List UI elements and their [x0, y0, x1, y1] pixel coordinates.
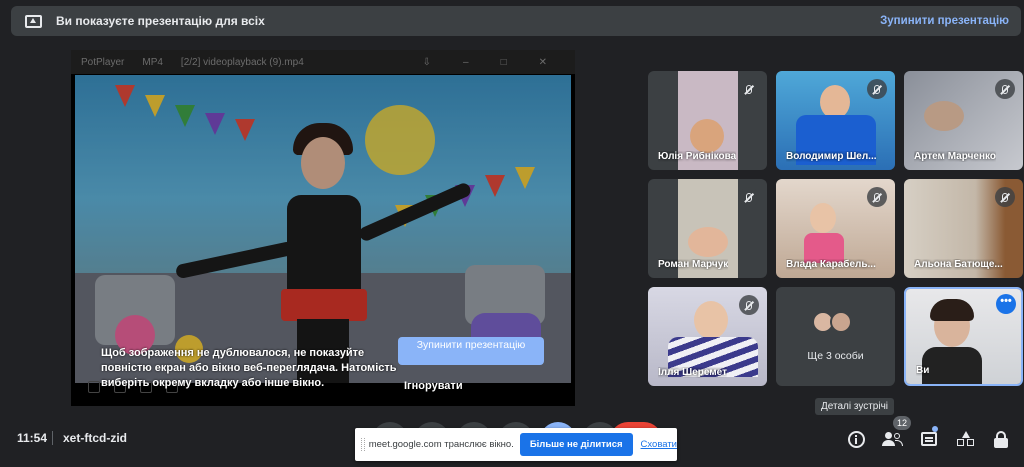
minimize-icon: –	[463, 56, 469, 68]
presenting-banner-title: Ви показуєте презентацію для всіх	[56, 14, 265, 28]
activities-icon	[957, 431, 975, 447]
pin-icon: ⇩	[422, 56, 431, 68]
participant-tile[interactable]: Юлія Рибнікова	[648, 71, 767, 170]
meeting-time: 11:54	[17, 431, 48, 445]
participant-tile[interactable]: Влада Карабель...	[776, 179, 895, 278]
others-avatars	[812, 311, 852, 333]
participant-tile[interactable]: Володимир Шел...	[776, 71, 895, 170]
mic-off-icon	[995, 187, 1015, 207]
stop-sharing-button[interactable]: Більше не ділитися	[519, 433, 633, 456]
participant-name: Володимир Шел...	[786, 151, 877, 162]
drag-handle-icon[interactable]	[361, 438, 365, 451]
participant-tile[interactable]: Роман Марчук	[648, 179, 767, 278]
player-titlebar: PotPlayer MP4 [2/2] videoplayback (9).mp…	[71, 50, 575, 74]
lock-icon	[994, 430, 1010, 448]
participants-count-badge: 12	[893, 416, 911, 430]
stop-presentation-button[interactable]: Зупинити презентацію	[398, 337, 544, 365]
mic-off-icon	[867, 187, 887, 207]
mirror-warning-text: Щоб зображення не дублювалося, не показу…	[101, 347, 397, 389]
participant-tile[interactable]: Артем Марченко	[904, 71, 1023, 170]
more-dots-icon[interactable]: •••	[996, 294, 1016, 314]
mic-off-icon	[867, 79, 887, 99]
chat-notification-dot	[932, 426, 938, 432]
mic-off-icon	[739, 295, 759, 315]
participant-figure	[688, 227, 728, 257]
participant-tile[interactable]: Альона Батюще...	[904, 179, 1023, 278]
participant-tile[interactable]: Ілля Шеремет	[648, 287, 767, 386]
participant-name: Влада Карабель...	[786, 259, 876, 270]
divider	[52, 431, 53, 445]
participant-name: Артем Марченко	[914, 151, 996, 162]
participant-figure	[810, 203, 836, 233]
participant-figure	[922, 347, 982, 384]
player-window-buttons: ⇩ – □ ✕	[423, 57, 575, 68]
mic-off-icon	[995, 79, 1015, 99]
meeting-details-tooltip: Деталі зустрічі	[815, 398, 895, 415]
participant-name: Роман Марчук	[658, 259, 729, 270]
self-tile[interactable]: ••• Ви	[904, 287, 1023, 386]
play-icon	[88, 381, 100, 393]
present-to-all-icon	[25, 14, 42, 28]
ignore-button[interactable]: Ігнорувати	[404, 380, 463, 392]
people-icon	[882, 432, 903, 446]
participant-figure	[690, 119, 724, 153]
others-tile[interactable]: Ще 3 особи	[776, 287, 895, 386]
participant-figure	[820, 85, 850, 119]
participant-name: Альона Батюще...	[914, 259, 1003, 270]
others-label: Ще 3 особи	[807, 350, 864, 362]
chat-icon	[921, 432, 937, 446]
avatar	[830, 311, 852, 333]
participant-figure	[694, 301, 728, 339]
host-controls-button[interactable]	[991, 428, 1013, 450]
participant-figure	[924, 101, 964, 131]
mic-off-icon	[739, 79, 759, 99]
maximize-icon: □	[500, 56, 507, 68]
screen-share-notice: meet.google.com транслює вікно. Більше н…	[355, 428, 677, 461]
player-app-name: PotPlayer	[81, 56, 125, 68]
hide-notice-link[interactable]: Сховати	[641, 439, 677, 450]
close-icon: ✕	[538, 56, 547, 68]
mic-off-icon	[739, 187, 759, 207]
meeting-details-button[interactable]	[845, 428, 867, 450]
share-notice-message: meet.google.com транслює вікно.	[368, 439, 514, 450]
participant-name: Ілля Шеремет	[658, 367, 727, 378]
participant-name: Юлія Рибнікова	[658, 151, 737, 162]
activities-button[interactable]	[955, 428, 977, 450]
player-format: MP4	[142, 56, 163, 68]
stop-presenting-link[interactable]: Зупинити презентацію	[880, 15, 1009, 27]
self-name: Ви	[916, 365, 930, 376]
presenting-banner: Ви показуєте презентацію для всіх Зупини…	[11, 6, 1021, 36]
player-file-name: [2/2] videoplayback (9).mp4	[180, 56, 304, 68]
meeting-code: xet-ftcd-zid	[63, 431, 127, 445]
participant-figure	[930, 299, 974, 321]
info-icon	[847, 430, 865, 448]
participants-button[interactable]	[881, 428, 903, 450]
